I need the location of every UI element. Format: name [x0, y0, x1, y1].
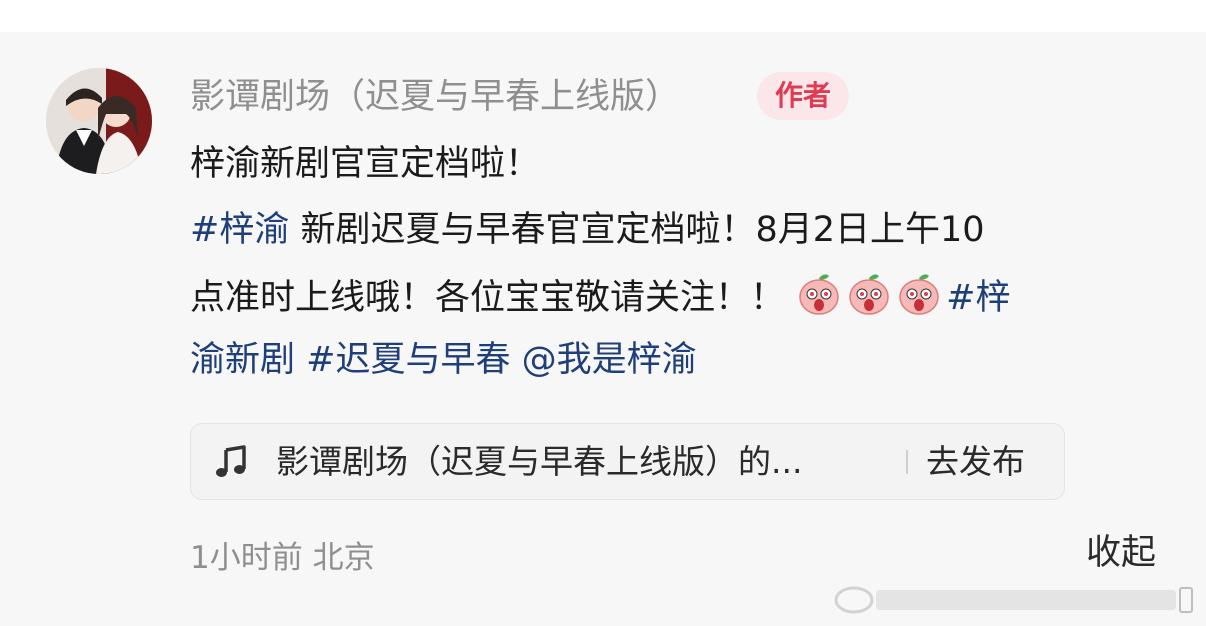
post-text-line-1: #梓渝 新剧迟夏与早春官宣定档啦！8月2日上午10 [190, 204, 985, 256]
peach-face-emoji [799, 274, 839, 315]
post-time-location: 1小时前 北京 [190, 540, 375, 576]
author-badge: 作者 [757, 72, 849, 120]
peach-face-emoji [849, 274, 889, 315]
post-text: 新剧迟夏与早春官宣定档啦！8月2日上午10 [289, 210, 985, 250]
post-text-line-2: 点准时上线哦！各位宝宝敬请关注！！ #梓 [190, 270, 1010, 322]
avatar-image [46, 68, 152, 174]
hashtag-link[interactable]: #梓渝 [190, 210, 289, 250]
divider [906, 450, 908, 474]
collapse-button[interactable]: 收起 [1086, 526, 1156, 580]
avatar[interactable] [46, 68, 152, 174]
music-title[interactable]: 影谭剧场（迟夏与早春上线版）的... [276, 436, 802, 488]
post-headline: 梓渝新剧官宣定档啦！ [190, 144, 541, 184]
peach-face-emoji [899, 274, 939, 315]
hashtag-link[interactable]: #梓 [946, 278, 1010, 318]
music-note-icon [216, 445, 246, 477]
watermark-logo [834, 586, 1193, 614]
author-name[interactable]: 影谭剧场（迟夏与早春上线版） [190, 72, 680, 122]
mention-link[interactable]: @我是梓渝 [522, 340, 697, 380]
hashtag-link[interactable]: 渝新剧 [190, 340, 295, 380]
post-text-line-3: 渝新剧 #迟夏与早春 @我是梓渝 [190, 334, 697, 386]
publish-button[interactable]: 去发布 [926, 436, 1025, 488]
hashtag-link[interactable]: #迟夏与早春 [306, 340, 510, 380]
post-text: 点准时上线哦！各位宝宝敬请关注！！ [190, 278, 786, 318]
music-card[interactable]: 影谭剧场（迟夏与早春上线版）的... 去发布 [190, 423, 1065, 500]
